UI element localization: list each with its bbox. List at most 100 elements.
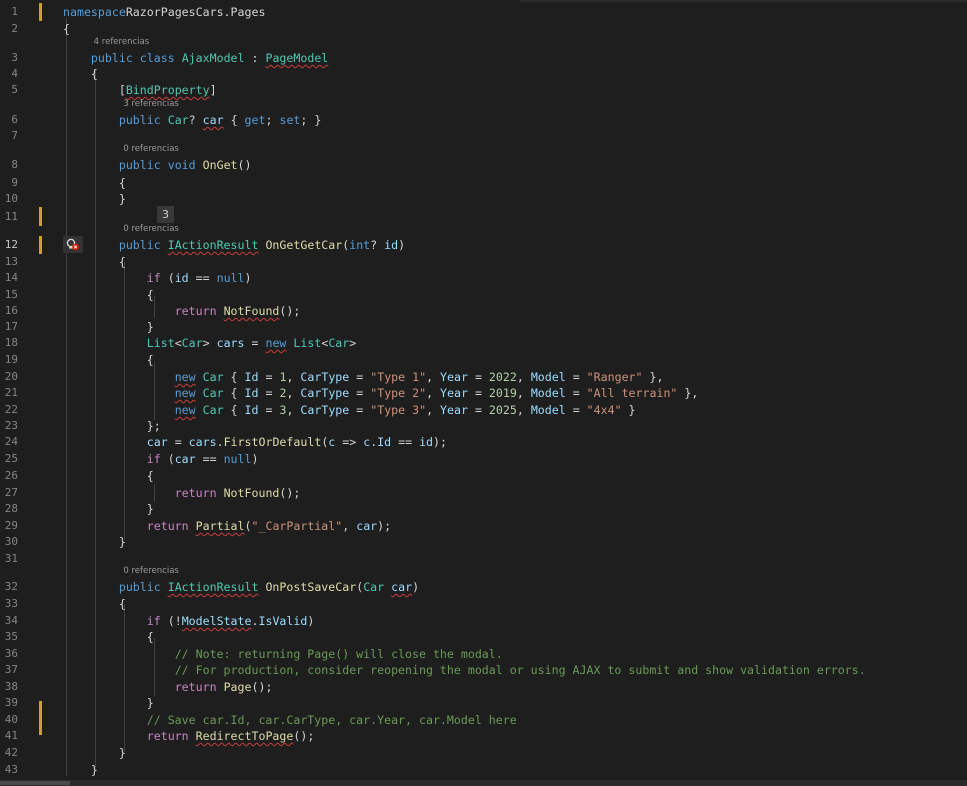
code-line[interactable]: 7 <box>0 128 967 144</box>
code-line[interactable]: 20 new Car { Id = 1, CarType = "Type 1",… <box>0 369 967 385</box>
code-line[interactable]: 28 } <box>0 501 967 517</box>
line-code[interactable]: public IActionResult OnPostSaveCar(Car c… <box>63 579 967 595</box>
line-code[interactable]: } <box>63 695 967 711</box>
codelens-references[interactable]: 0 referencias <box>123 566 178 576</box>
line-code[interactable]: public Car? car { get; set; } <box>63 112 967 128</box>
code-line[interactable]: 4 { <box>0 66 967 82</box>
code-line[interactable]: 6 public Car? car { get; set; } <box>0 112 967 128</box>
line-code[interactable]: if (id == null) <box>63 270 967 286</box>
code-token: Id <box>244 403 259 417</box>
line-code[interactable]: } <box>63 745 967 761</box>
code-line[interactable]: 36 // Note: returning Page() will close … <box>0 646 967 662</box>
code-line[interactable]: 23 }; <box>0 418 967 434</box>
line-code[interactable]: new Car { Id = 1, CarType = "Type 1", Ye… <box>63 369 967 385</box>
line-code[interactable]: public void OnGet() <box>63 157 967 173</box>
line-code[interactable]: // Note: returning Page() will close the… <box>63 646 967 662</box>
code-token: (); <box>279 304 301 318</box>
code-line[interactable]: 13 { <box>0 254 967 270</box>
code-line[interactable]: 38 return Page(); <box>0 679 967 695</box>
line-code[interactable]: { <box>63 21 967 37</box>
code-line[interactable]: 35 { <box>0 629 967 645</box>
code-line[interactable]: 2{ <box>0 21 967 37</box>
line-code[interactable]: return RedirectToPage(); <box>63 728 967 744</box>
line-code[interactable]: // For production, consider reopening th… <box>63 662 967 678</box>
line-code[interactable]: } <box>63 319 967 335</box>
code-line[interactable]: 39 } <box>0 695 967 711</box>
code-line[interactable]: 11 <box>0 209 967 225</box>
line-code[interactable]: [BindProperty] <box>63 82 967 98</box>
line-code[interactable]: }; <box>63 418 967 434</box>
line-code[interactable]: return NotFound(); <box>63 303 967 319</box>
code-line[interactable]: 18 List<Car> cars = new List<Car> <box>0 335 967 351</box>
code-line[interactable]: 27 return NotFound(); <box>0 485 967 501</box>
code-line[interactable]: 5 [BindProperty] <box>0 82 967 98</box>
code-line[interactable]: 37 // For production, consider reopening… <box>0 662 967 678</box>
code-line[interactable]: 3 public class AjaxModel : PageModel <box>0 50 967 66</box>
scrollbar-thumb[interactable] <box>0 781 70 785</box>
code-line[interactable]: 41 return RedirectToPage(); <box>0 728 967 744</box>
code-line[interactable]: 8 public void OnGet() <box>0 157 967 173</box>
line-code[interactable]: public IActionResult OnGetGetCar(int? id… <box>63 237 967 253</box>
line-code[interactable]: return Page(); <box>63 679 967 695</box>
code-line[interactable]: 16 return NotFound(); <box>0 303 967 319</box>
line-code[interactable]: } <box>63 191 967 207</box>
line-code[interactable]: new Car { Id = 3, CarType = "Type 3", Ye… <box>63 402 967 418</box>
code-editor[interactable]: 1 namespaceRazorPagesCars.Pages 2{ 3 public… <box>0 0 967 780</box>
line-code[interactable]: return Partial("_CarPartial", car); <box>63 518 967 534</box>
line-code[interactable]: { <box>63 175 967 191</box>
code-line[interactable]: 40 // Save car.Id, car.CarType, car.Year… <box>0 712 967 728</box>
line-code[interactable]: { <box>63 287 967 303</box>
line-code[interactable]: public class AjaxModel : PageModel <box>63 50 967 66</box>
line-code[interactable]: { <box>63 629 967 645</box>
code-line[interactable]: 25 if (car == null) <box>0 451 967 467</box>
code-line[interactable]: 10 } <box>0 191 967 207</box>
line-number: 17 <box>4 320 18 333</box>
line-code[interactable]: { <box>63 352 967 368</box>
code-line[interactable]: 33 { <box>0 596 967 612</box>
line-code[interactable]: if (car == null) <box>63 451 967 467</box>
line-code[interactable]: new Car { Id = 2, CarType = "Type 2", Ye… <box>63 385 967 401</box>
code-line[interactable]: 22 new Car { Id = 3, CarType = "Type 3",… <box>0 402 967 418</box>
code-line[interactable]: 34 if (!ModelState.IsValid) <box>0 613 967 629</box>
line-code[interactable]: { <box>63 468 967 484</box>
code-line[interactable]: 9 { <box>0 175 967 191</box>
code-line[interactable]: 24 car = cars.FirstOrDefault(c => c.Id =… <box>0 434 967 450</box>
code-token: RedirectToPage <box>195 729 294 743</box>
horizontal-scrollbar[interactable] <box>0 780 967 786</box>
code-line[interactable]: 12 public IActionResult OnGetGetCar(int?… <box>0 237 967 253</box>
line-code[interactable]: namespaceRazorPagesCars.Pages <box>63 4 967 20</box>
code-line[interactable]: 21 new Car { Id = 2, CarType = "Type 2",… <box>0 385 967 401</box>
lightbulb-icon[interactable] <box>63 236 83 253</box>
line-code[interactable]: { <box>63 596 967 612</box>
line-code[interactable]: if (!ModelState.IsValid) <box>63 613 967 629</box>
code-line[interactable]: 29 return Partial("_CarPartial", car); <box>0 518 967 534</box>
line-code[interactable]: } <box>63 534 967 550</box>
line-code[interactable]: { <box>63 66 967 82</box>
line-code[interactable]: } <box>63 762 967 778</box>
code-line[interactable]: 31 <box>0 551 967 567</box>
line-code[interactable]: List<Car> cars = new List<Car> <box>63 335 967 351</box>
line-code[interactable]: return NotFound(); <box>63 485 967 501</box>
codelens-references[interactable]: 0 referencias <box>123 144 178 154</box>
line-code[interactable]: // Save car.Id, car.CarType, car.Year, c… <box>63 712 967 728</box>
code-line[interactable]: 14 if (id == null) <box>0 270 967 286</box>
code-line[interactable]: 17 } <box>0 319 967 335</box>
codelens-references[interactable]: 4 referencias <box>94 37 149 47</box>
code-line[interactable]: 26 { <box>0 468 967 484</box>
code-line[interactable]: 42 } <box>0 745 967 761</box>
code-token: , <box>342 519 357 533</box>
line-code[interactable]: } <box>63 501 967 517</box>
line-code[interactable]: car = cars.FirstOrDefault(c => c.Id == i… <box>63 434 967 450</box>
codelens-references[interactable]: 3 referencias <box>123 99 178 109</box>
line-number: 20 <box>4 370 18 383</box>
code-line[interactable]: 15 { <box>0 287 967 303</box>
code-line[interactable]: 30 } <box>0 534 967 550</box>
code-line[interactable]: 43 } <box>0 762 967 778</box>
code-line[interactable]: 1 namespaceRazorPagesCars.Pages <box>0 4 967 20</box>
code-line[interactable]: 32 public IActionResult OnPostSaveCar(Ca… <box>0 579 967 595</box>
codelens-references[interactable]: 0 referencias <box>123 224 178 234</box>
line-code[interactable]: { <box>63 254 967 270</box>
code-line[interactable]: 19 { <box>0 352 967 368</box>
